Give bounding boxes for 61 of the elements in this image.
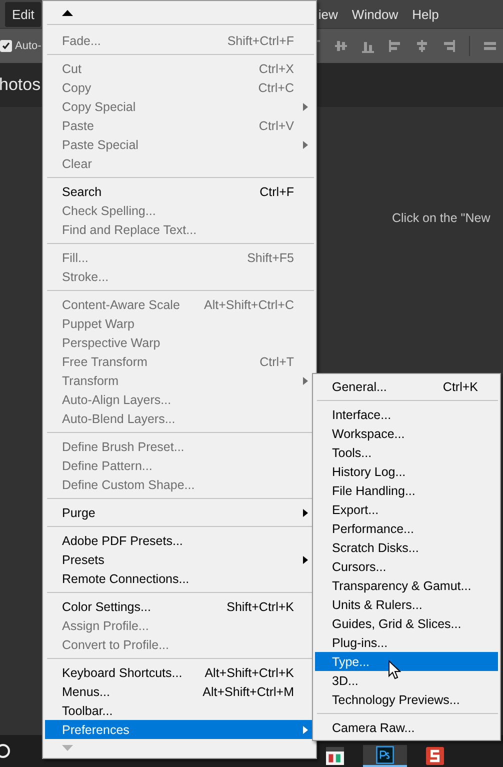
checkbox[interactable]: [0, 40, 12, 52]
menu-item[interactable]: File Handling...: [315, 481, 498, 500]
menu-item[interactable]: Preferences: [45, 720, 314, 739]
app-icon: [426, 747, 444, 765]
menu-item[interactable]: Purge: [45, 503, 314, 522]
shortcut-text: Ctrl+T: [260, 354, 294, 368]
scroll-up-icon[interactable]: [62, 10, 73, 16]
document-title: hotos: [0, 75, 41, 95]
menu-item[interactable]: Type...: [315, 652, 498, 671]
menu-item[interactable]: General... Ctrl+K: [315, 377, 498, 396]
taskbar-app[interactable]: [363, 745, 407, 767]
shortcut-text: Shift+Ctrl+F: [227, 34, 294, 48]
search-icon[interactable]: [0, 744, 10, 758]
menu-title[interactable]: Window: [344, 2, 406, 26]
menu-item[interactable]: Plug-ins...: [315, 633, 498, 652]
menu-item[interactable]: 3D...: [315, 671, 498, 690]
hint-text: Click on the "New: [392, 211, 492, 225]
menu-item[interactable]: Camera Raw...: [315, 718, 498, 737]
menu-item[interactable]: Scratch Disks...: [315, 538, 498, 557]
menu-item[interactable]: Adobe PDF Presets...: [45, 531, 314, 550]
align-icon[interactable]: [388, 39, 402, 53]
align-icon[interactable]: [361, 39, 375, 53]
menu-item[interactable]: Technology Previews...: [315, 690, 498, 709]
shortcut-text: Ctrl+K: [442, 380, 478, 394]
shortcut-text: Alt+Shift+Ctrl+C: [204, 298, 294, 312]
menu-item[interactable]: Search Ctrl+F: [45, 182, 314, 201]
shortcut-text: Alt+Shift+Ctrl+K: [204, 666, 294, 680]
menu-item[interactable]: Toolbar...: [45, 701, 314, 720]
menu-item[interactable]: Workspace...: [315, 424, 498, 443]
menu-item[interactable]: History Log...: [315, 462, 498, 481]
shortcut-text: Ctrl+V: [258, 118, 294, 132]
menu-item[interactable]: Performance...: [315, 519, 498, 538]
menu-item[interactable]: Cursors...: [315, 557, 498, 576]
shortcut-text: Alt+Shift+Ctrl+M: [202, 684, 294, 698]
shortcut-text: Ctrl+C: [258, 80, 294, 94]
shortcut-text: Ctrl+F: [260, 184, 294, 198]
menu-item[interactable]: Remote Connections...: [45, 569, 314, 588]
menu-item[interactable]: Keyboard Shortcuts... Alt+Shift+Ctrl+K: [45, 663, 314, 682]
menu-item[interactable]: Units & Rulers...: [315, 595, 498, 614]
menu-item[interactable]: Guides, Grid & Slices...: [315, 614, 498, 633]
menu-title[interactable]: Edit: [5, 2, 42, 26]
menu-item[interactable]: Interface...: [315, 405, 498, 424]
menu-title[interactable]: Help: [405, 2, 446, 26]
scroll-down-icon[interactable]: [62, 745, 73, 751]
shortcut-text: Shift+F5: [247, 250, 294, 264]
align-icon[interactable]: [415, 39, 429, 53]
ps-app-icon: [376, 746, 394, 764]
shortcut-text: Shift+Ctrl+K: [226, 600, 294, 614]
align-icon[interactable]: [442, 39, 456, 53]
align-icon[interactable]: [334, 39, 348, 53]
align-icon[interactable]: [483, 39, 497, 53]
shortcut-text: Ctrl+X: [258, 62, 294, 76]
calendar-icon: [326, 747, 344, 765]
menu-item[interactable]: Menus... Alt+Shift+Ctrl+M: [45, 682, 314, 701]
checkbox-label: Auto-: [15, 40, 42, 52]
menu-item[interactable]: Transparency & Gamut...: [315, 576, 498, 595]
cursor-icon: [388, 660, 401, 680]
menu-item[interactable]: Color Settings... Shift+Ctrl+K: [45, 597, 314, 616]
menu-item[interactable]: Tools...: [315, 443, 498, 462]
menu-item[interactable]: Presets: [45, 550, 314, 569]
menu-item[interactable]: Export...: [315, 500, 498, 519]
